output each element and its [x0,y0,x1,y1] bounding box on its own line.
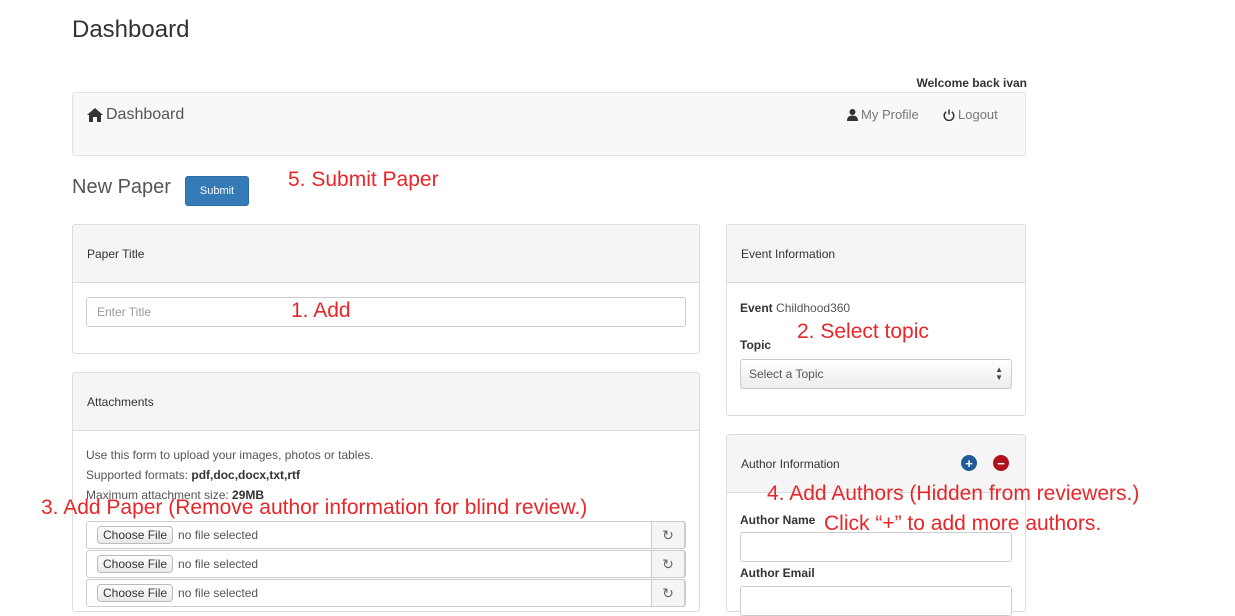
my-profile-link[interactable]: My Profile [847,107,919,122]
attachments-help-text: Use this form to upload your images, pho… [86,448,374,462]
author-name-input[interactable] [740,532,1012,562]
file-status: no file selected [178,528,259,542]
my-profile-label: My Profile [861,107,919,122]
home-icon [87,108,103,122]
refresh-icon[interactable]: ↻ [651,521,685,549]
navbar-brand-label: Dashboard [106,106,185,123]
paper-title-input[interactable]: Enter Title [86,297,686,327]
annotation-select-topic: 2. Select topic [797,320,929,343]
logout-label: Logout [958,107,998,122]
annotation-add-authors: 4. Add Authors (Hidden from reviewers.) [767,482,1140,505]
page-title: Dashboard [72,16,190,43]
topic-select-value: Select a Topic [749,367,824,381]
supported-formats-label: Supported formats: [86,468,192,482]
select-arrows-icon: ▲ ▼ [995,365,1003,382]
user-icon [847,108,858,121]
author-name-label: Author Name [740,513,816,527]
welcome-message: Welcome back ivan [916,76,1028,90]
supported-formats: Supported formats: pdf,doc,docx,txt,rtf [86,468,300,482]
file-upload-row: Choose File no file selected ↻ [86,579,686,607]
refresh-icon[interactable]: ↻ [651,579,685,607]
annotation-add-title: 1. Add [291,299,351,322]
power-icon [943,109,955,121]
submit-button[interactable]: Submit [185,176,249,206]
file-upload-row: Choose File no file selected ↻ [86,521,686,549]
logout-link[interactable]: Logout [943,107,998,122]
event-row: Event Childhood360 [740,301,850,315]
choose-file-button[interactable]: Choose File [97,584,174,602]
topic-label: Topic [740,338,772,352]
file-upload-row: Choose File no file selected ↻ [86,550,686,578]
add-author-button[interactable]: + [961,455,977,471]
paper-title-panel: Paper Title [72,224,700,354]
supported-formats-value: pdf,doc,docx,txt,rtf [191,468,301,482]
choose-file-button[interactable]: Choose File [97,526,174,544]
event-value: Childhood360 [776,301,851,315]
remove-author-button[interactable]: − [993,455,1009,471]
choose-file-button[interactable]: Choose File [97,555,174,573]
annotation-add-more-authors: Click “+” to add more authors. [824,512,1102,535]
topic-select[interactable]: Select a Topic ▲ ▼ [740,359,1012,389]
refresh-icon[interactable]: ↻ [651,550,685,578]
author-email-input[interactable] [740,586,1012,616]
author-email-label: Author Email [740,566,815,580]
annotation-add-paper: 3. Add Paper (Remove author information … [41,496,588,519]
navbar-brand[interactable]: Dashboard [87,106,184,124]
annotation-submit-paper: 5. Submit Paper [288,168,439,191]
event-label: Event [740,301,773,315]
paper-title-heading: Paper Title [73,225,699,283]
new-paper-title: New Paper [72,176,171,198]
navbar: Dashboard My Profile Logout [72,92,1026,156]
file-status: no file selected [178,586,259,600]
file-status: no file selected [178,557,259,571]
attachments-heading: Attachments [73,373,699,431]
event-information-heading: Event Information [727,225,1025,283]
